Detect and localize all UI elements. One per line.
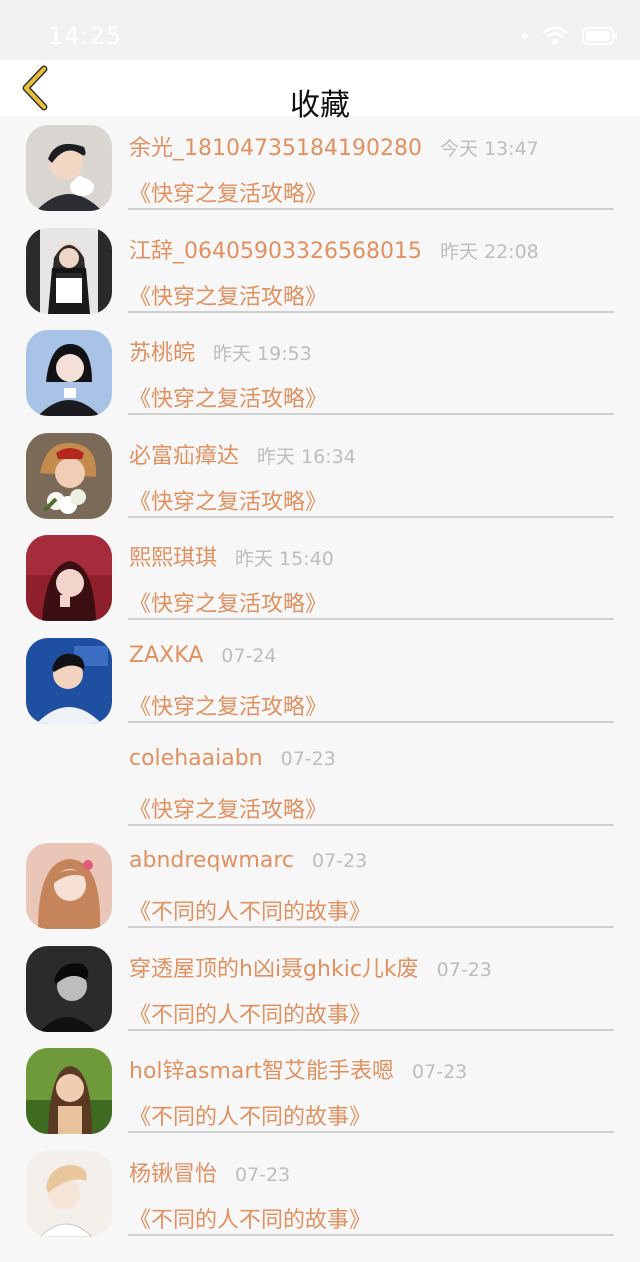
status-icons xyxy=(522,26,618,46)
status-time: 14:25 xyxy=(48,22,123,50)
list-item[interactable]: ZAXKA 07-24 《快穿之复活攻略》 xyxy=(0,629,640,732)
divider xyxy=(128,310,614,313)
book-title[interactable]: 《不同的人不同的故事》 xyxy=(129,997,371,1029)
meta-line: 余光_18104735184190280 今天 13:47 xyxy=(129,130,620,162)
user-name[interactable]: 杨锹冒怡 xyxy=(129,1156,217,1188)
user-name[interactable]: ZAXKA xyxy=(129,643,203,668)
avatar[interactable] xyxy=(26,945,112,1032)
list-item[interactable]: 杨锹冒怡 07-23 《不同的人不同的故事》 xyxy=(0,1142,640,1245)
book-title[interactable]: 《快穿之复活攻略》 xyxy=(129,484,327,516)
timestamp: 昨天 19:53 xyxy=(213,343,312,366)
user-name[interactable]: 穿透屋顶的h凶i聂ghkic儿k废 xyxy=(129,951,419,983)
meta-line: ZAXKA 07-24 xyxy=(129,643,620,668)
timestamp: 07-23 xyxy=(280,747,336,770)
timestamp: 昨天 22:08 xyxy=(439,240,539,263)
avatar[interactable] xyxy=(26,535,112,622)
list-item[interactable]: 苏桃皖 昨天 19:53 《快穿之复活攻略》 xyxy=(0,321,640,424)
navigation-bar: 收藏 xyxy=(0,60,640,123)
avatar[interactable] xyxy=(26,227,112,314)
book-title[interactable]: 《快穿之复活攻略》 xyxy=(129,689,327,721)
meta-line: abndreqwmarc 07-23 xyxy=(129,848,620,873)
wifi-icon xyxy=(542,26,568,46)
timestamp: 07-24 xyxy=(221,645,277,667)
book-title[interactable]: 《快穿之复活攻略》 xyxy=(129,381,327,413)
book-title[interactable]: 《不同的人不同的故事》 xyxy=(129,1099,371,1131)
timestamp: 昨天 16:34 xyxy=(257,445,356,468)
divider xyxy=(128,823,614,826)
book-title[interactable]: 《快穿之复活攻略》 xyxy=(129,792,327,824)
user-name[interactable]: hol锌asmart智艾能手表嗯 xyxy=(129,1053,394,1085)
status-bar: 14:25 xyxy=(0,0,640,60)
list-item[interactable]: 穿透屋顶的h凶i聂ghkic儿k废 07-23 《不同的人不同的故事》 xyxy=(0,937,640,1040)
user-name[interactable]: 余光_18104735184190280 xyxy=(129,130,422,162)
avatar[interactable] xyxy=(26,1151,112,1237)
avatar[interactable] xyxy=(26,432,112,519)
signal-icon xyxy=(522,33,528,39)
book-title[interactable]: 《快穿之复活攻略》 xyxy=(129,586,327,618)
divider xyxy=(128,1234,614,1236)
meta-line: 苏桃皖 昨天 19:53 xyxy=(129,335,620,367)
divider xyxy=(128,618,614,621)
user-name[interactable]: 熙熙琪琪 xyxy=(129,540,217,572)
user-name[interactable]: abndreqwmarc xyxy=(129,848,294,873)
user-name[interactable]: 江辞_06405903326568015 xyxy=(129,233,422,265)
meta-line: colehaaiabn 07-23 xyxy=(129,746,620,771)
meta-line: 熙熙琪琪 昨天 15:40 xyxy=(129,540,620,572)
user-name[interactable]: 苏桃皖 xyxy=(129,335,195,367)
timestamp: 07-23 xyxy=(436,958,492,981)
user-name[interactable]: colehaaiabn xyxy=(129,746,263,771)
divider xyxy=(128,721,614,723)
divider xyxy=(128,208,614,210)
book-title[interactable]: 《不同的人不同的故事》 xyxy=(129,1202,371,1234)
list-item[interactable]: hol锌asmart智艾能手表嗯 07-23 《不同的人不同的故事》 xyxy=(0,1039,640,1142)
divider xyxy=(128,1028,614,1031)
avatar[interactable] xyxy=(26,1048,112,1135)
meta-line: 杨锹冒怡 07-23 xyxy=(129,1156,620,1188)
divider xyxy=(128,413,614,416)
list-item[interactable]: abndreqwmarc 07-23 《不同的人不同的故事》 xyxy=(0,834,640,937)
timestamp: 昨天 15:40 xyxy=(235,548,334,571)
avatar[interactable] xyxy=(26,330,112,417)
list-item[interactable]: 江辞_06405903326568015 昨天 22:08 《快穿之复活攻略》 xyxy=(0,219,640,322)
list-item[interactable]: colehaaiabn 07-23 《快穿之复活攻略》 xyxy=(0,732,640,835)
timestamp: 07-23 xyxy=(235,1164,291,1186)
divider xyxy=(128,926,614,929)
meta-line: hol锌asmart智艾能手表嗯 07-23 xyxy=(129,1053,620,1085)
book-title[interactable]: 《快穿之复活攻略》 xyxy=(129,279,327,311)
book-title[interactable]: 《不同的人不同的故事》 xyxy=(129,894,371,926)
avatar[interactable] xyxy=(26,843,112,930)
avatar[interactable] xyxy=(26,638,112,724)
divider xyxy=(128,1131,614,1134)
meta-line: 必富疝瘴达 昨天 16:34 xyxy=(129,438,620,470)
list-item[interactable]: 必富疝瘴达 昨天 16:34 《快穿之复活攻略》 xyxy=(0,424,640,527)
book-title[interactable]: 《快穿之复活攻略》 xyxy=(129,176,327,208)
divider xyxy=(128,515,614,518)
meta-line: 穿透屋顶的h凶i聂ghkic儿k废 07-23 xyxy=(129,951,620,983)
list-item[interactable]: 余光_18104735184190280 今天 13:47 《快穿之复活攻略》 xyxy=(0,116,640,219)
list-item[interactable]: 熙熙琪琪 昨天 15:40 《快穿之复活攻略》 xyxy=(0,526,640,629)
timestamp: 07-23 xyxy=(311,850,368,873)
timestamp: 今天 13:47 xyxy=(439,138,539,160)
meta-line: 江辞_06405903326568015 昨天 22:08 xyxy=(129,233,620,265)
battery-icon xyxy=(582,27,618,45)
user-name[interactable]: 必富疝瘴达 xyxy=(129,438,239,470)
avatar[interactable] xyxy=(26,125,112,211)
timestamp: 07-23 xyxy=(412,1061,468,1084)
